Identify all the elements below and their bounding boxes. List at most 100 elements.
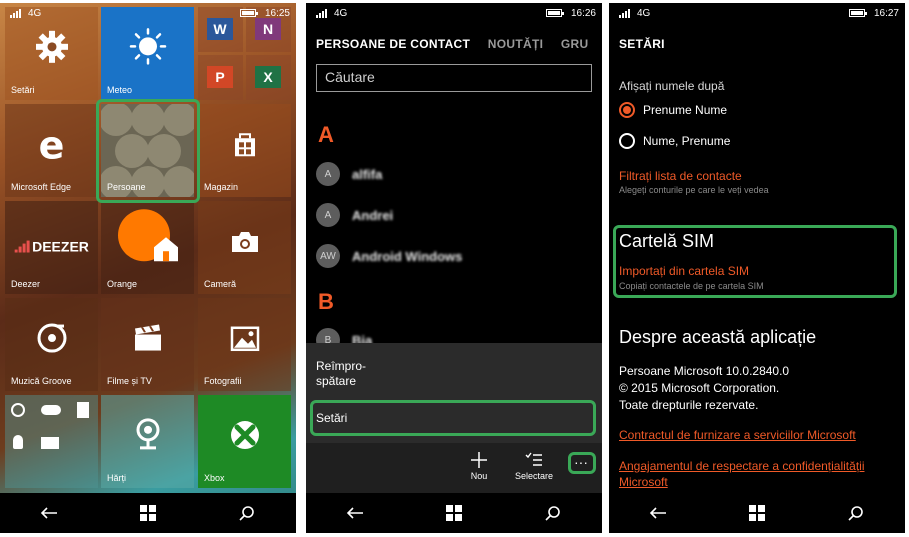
display-names-label: Afișați numele după [619,79,725,93]
network-type: 4G [28,8,42,19]
tile-label: Filme și TV [107,376,152,386]
menu-item-label: Reîmpro- [316,359,367,373]
privacy-link[interactable]: Angajamentul de respectare a confidenția… [619,458,889,490]
tile-edge[interactable]: e Microsoft Edge [5,104,98,197]
tile-camera[interactable]: Cameră [198,201,291,294]
tile-label: Deezer [11,279,41,289]
plus-icon [471,452,487,468]
new-contact-button[interactable]: Nou [464,449,494,481]
menu-item-label: spătare [316,374,357,388]
settings-phone: 4G 16:27 SETĂRI Afișați numele după Pren… [609,3,905,533]
start-button[interactable] [737,498,777,528]
list-item[interactable]: AW Android Windows [316,243,462,269]
group-letter-a[interactable]: A [318,122,334,148]
button-label: Nou [470,471,488,481]
start-button[interactable] [434,498,474,528]
menu-item-settings[interactable]: Setări [316,411,347,426]
folder-icon [41,437,59,449]
import-sim-link[interactable]: Importați din cartela SIM [619,264,749,278]
tile-films[interactable]: Filme și TV [101,298,194,391]
deezer-wordmark: DEEZER [32,238,89,255]
start-button[interactable] [128,498,168,528]
tile-small-group[interactable] [5,395,98,488]
select-button[interactable]: Selectare [512,449,556,481]
tab-contacts[interactable]: PERSOANE DE CONTACT [316,37,470,51]
clock: 16:25 [264,8,290,19]
back-arrow-icon [41,507,58,519]
list-item[interactable]: A Andrei [316,202,393,228]
tile-store[interactable]: Magazin [198,104,291,197]
tile-powerpoint[interactable]: P [198,55,243,100]
tab-groups[interactable]: GRU [561,37,589,51]
contact-name: alfifa [352,166,383,182]
windows-logo-icon [748,505,765,521]
radio-label: Nume, Prenume [643,134,731,148]
tile-maps[interactable]: Hărți [101,395,194,488]
radio-first-last[interactable]: Prenume Nume [619,102,727,118]
filter-contacts-link[interactable]: Filtrați lista de contacte [619,169,742,183]
sun-icon [129,27,167,70]
back-button[interactable] [29,498,69,528]
back-button[interactable] [335,498,375,528]
network-type: 4G [637,8,651,19]
search-icon [545,506,560,521]
signal-icon [619,9,633,18]
nav-bar [609,493,905,533]
tile-excel[interactable]: X [246,55,291,100]
page-title: SETĂRI [619,37,665,51]
xbox-icon [229,419,261,456]
app-bar: Nou Selectare ··· [306,443,602,493]
about-section-title: Despre această aplicație [619,327,817,347]
tile-label: Xbox [204,473,225,483]
tile-label: Persoane [107,182,146,192]
tile-people[interactable]: Persoane [101,104,194,197]
tile-label: Cameră [204,279,237,289]
nav-bar [306,493,602,533]
tile-label: Orange [107,279,138,289]
tile-label: Magazin [204,182,239,192]
contacts-phone: 4G 16:26 PERSOANE DE CONTACT NOUTĂȚI GRU… [306,3,602,533]
search-button[interactable] [836,498,876,528]
tile-label: Fotografii [204,376,242,386]
search-icon [848,506,863,521]
search-input[interactable]: Căutare [316,64,592,92]
menu-item-refresh[interactable]: Reîmpro- spătare [316,359,366,389]
radio-last-first[interactable]: Nume, Prenume [619,133,730,149]
tile-label: Hărți [107,473,127,483]
list-item[interactable]: A alfifa [316,161,382,187]
tile-label: Setări [11,85,35,95]
radio-selected-icon [619,102,635,118]
tile-orange[interactable]: Orange [101,201,194,294]
more-button[interactable]: ··· [568,455,594,469]
tile-label: Meteo [107,85,133,95]
signal-icon [10,9,24,18]
back-arrow-icon [650,507,667,519]
contact-name: Andrei [352,207,394,223]
tile-groove[interactable]: Muzică Groove [5,298,98,391]
group-letter-b[interactable]: B [318,289,334,315]
battery-icon [849,9,867,17]
tile-xbox[interactable]: Xbox [198,395,291,488]
avatar: A [316,203,340,227]
contact-name: Android Windows [352,248,463,264]
tile-photos[interactable]: Fotografii [198,298,291,391]
map-pin-icon [134,417,162,456]
button-label: Selectare [514,471,554,481]
tile-label: Muzică Groove [11,376,72,386]
app-version: Persoane Microsoft 10.0.2840.0 [619,364,790,378]
search-button[interactable] [533,498,573,528]
pivot-tabs: PERSOANE DE CONTACT NOUTĂȚI GRU [316,37,602,51]
search-button[interactable] [227,498,267,528]
tab-news[interactable]: NOUTĂȚI [488,37,543,51]
rights-reserved: Toate drepturile rezervate. [619,398,759,412]
tile-deezer[interactable]: DEEZER Deezer [5,201,98,294]
alarm-icon [11,403,25,417]
terms-link[interactable]: Contractul de furnizare a serviciilor Mi… [619,427,889,443]
windows-logo-icon [139,505,156,521]
tile-label: Microsoft Edge [11,182,72,192]
deezer-logo-icon: DEEZER [14,238,89,255]
back-button[interactable] [638,498,678,528]
avatar: A [316,162,340,186]
start-screen-phone: 4G 16:25 Setări Meteo W N P X e Microsof… [0,3,296,533]
windows-logo-icon [445,505,462,521]
